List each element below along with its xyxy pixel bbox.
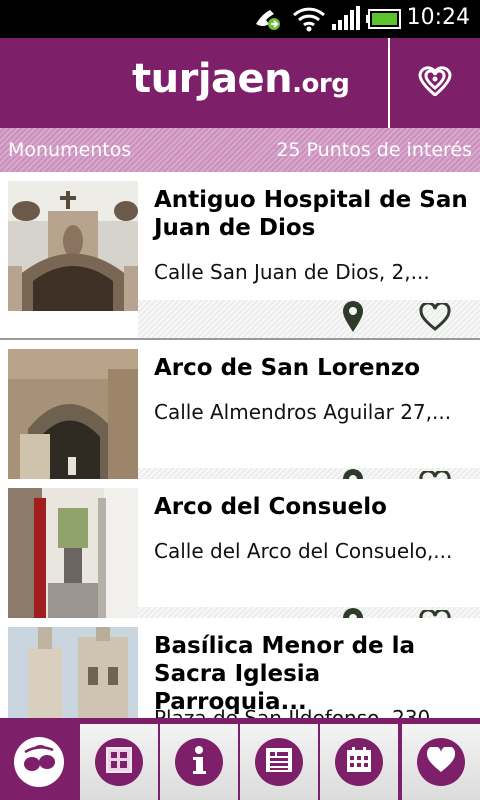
status-clock: 10:24 (406, 5, 470, 30)
info-icon (189, 745, 209, 779)
monument-address: Calle Almendros Aguilar 27,... (154, 400, 452, 424)
wifi-icon (292, 6, 326, 36)
list-item[interactable]: Basílica Menor de la Sacra Iglesia Parro… (0, 618, 480, 718)
tab-icon-circle (335, 738, 383, 786)
tab-icon-circle (175, 738, 223, 786)
tab-news[interactable] (240, 724, 318, 800)
checklist-icon (106, 747, 132, 777)
calendar-icon (345, 746, 373, 778)
olives-icon (19, 744, 59, 780)
item-actions-bar (138, 300, 480, 338)
brand-menu-button[interactable] (390, 38, 480, 128)
call-forward-icon (252, 6, 282, 36)
tab-icon-circle (255, 738, 303, 786)
tab-checklist[interactable] (80, 724, 158, 800)
category-label: Monumentos (8, 139, 132, 161)
tab-calendar[interactable] (320, 724, 398, 800)
battery-icon (366, 9, 402, 33)
app-header: turjaen.org (0, 38, 480, 128)
monument-address: Calle San Juan de Dios, 2,... (154, 260, 430, 284)
bottom-navigation (0, 718, 480, 800)
monument-title[interactable]: Arco de San Lorenzo (154, 354, 469, 382)
list-item[interactable]: Antiguo Hospital de San Juan de Dios Cal… (0, 172, 480, 340)
heart-icon (426, 745, 456, 777)
tab-icon-circle (417, 738, 465, 786)
monument-thumbnail (8, 349, 138, 479)
favorite-button[interactable] (418, 301, 452, 335)
tab-icon-circle (95, 738, 143, 786)
heart-outline-icon (419, 301, 451, 335)
logo-tld-text: .org (292, 69, 350, 99)
monument-title[interactable]: Basílica Menor de la Sacra Iglesia Parro… (154, 632, 469, 716)
tab-favorites[interactable] (402, 724, 480, 800)
signal-icon (330, 6, 360, 36)
app-logo: turjaen.org (132, 56, 350, 102)
map-pin-icon (342, 301, 364, 337)
monument-thumbnail (8, 488, 138, 618)
brand-location-icon (418, 66, 452, 100)
tab-icon-circle (14, 737, 64, 787)
monument-title[interactable]: Antiguo Hospital de San Juan de Dios (154, 186, 469, 242)
monument-title[interactable]: Arco del Consuelo (154, 493, 469, 521)
monument-list[interactable]: Antiguo Hospital de San Juan de Dios Cal… (0, 172, 480, 718)
monument-address: Plaza de San Ildefonso, 230... (154, 706, 450, 718)
monument-address: Calle del Arco del Consuelo,... (154, 539, 453, 563)
monument-thumbnail (8, 181, 138, 311)
tab-info[interactable] (160, 724, 238, 800)
list-subheader: Monumentos 25 Puntos de interés (0, 128, 480, 172)
map-pin-button[interactable] (338, 301, 368, 337)
poi-count: 25 Puntos de interés (276, 139, 472, 161)
monument-thumbnail (8, 627, 138, 718)
tab-olives[interactable] (0, 724, 78, 800)
status-bar: 10:24 (0, 0, 480, 38)
news-icon (265, 747, 293, 777)
logo-main-text: turjaen (132, 56, 293, 102)
